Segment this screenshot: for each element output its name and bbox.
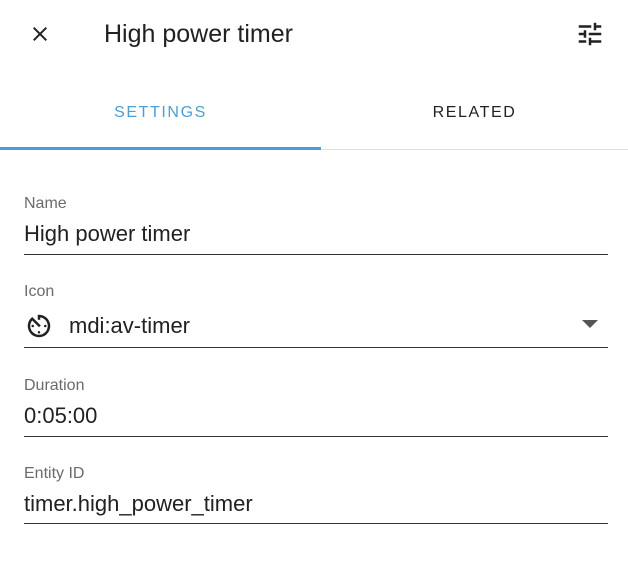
entity-settings-dialog: High power timer SETTINGS RELATED Name H… [0, 0, 628, 562]
dropdown-arrow-icon[interactable] [582, 320, 598, 328]
av-timer-icon [24, 311, 54, 341]
entity-id-field-label: Entity ID [24, 465, 85, 482]
icon-field-label: Icon [24, 283, 55, 300]
icon-picker-field[interactable]: Icon mdi:av-timer [24, 276, 608, 348]
close-button[interactable] [20, 14, 60, 54]
active-tab-indicator [0, 147, 321, 150]
tab-bar: SETTINGS RELATED [0, 80, 628, 150]
duration-field-label: Duration [24, 377, 85, 394]
icon-field-value[interactable]: mdi:av-timer [69, 313, 190, 339]
dialog-header: High power timer [0, 0, 628, 68]
tab-related[interactable]: RELATED [321, 80, 628, 146]
duration-field-value[interactable]: 0:05:00 [24, 403, 97, 429]
name-field-value[interactable]: High power timer [24, 221, 190, 247]
entity-id-field-value[interactable]: timer.high_power_timer [24, 491, 253, 517]
tune-icon [578, 22, 602, 46]
close-icon [33, 27, 47, 41]
dialog-title: High power timer [104, 20, 293, 48]
advanced-settings-button[interactable] [570, 14, 610, 54]
name-field-label: Name [24, 195, 67, 212]
duration-field[interactable]: Duration 0:05:00 [24, 370, 608, 437]
tab-settings[interactable]: SETTINGS [0, 80, 321, 146]
name-field[interactable]: Name High power timer [24, 188, 608, 255]
entity-id-field[interactable]: Entity ID timer.high_power_timer [24, 458, 608, 524]
